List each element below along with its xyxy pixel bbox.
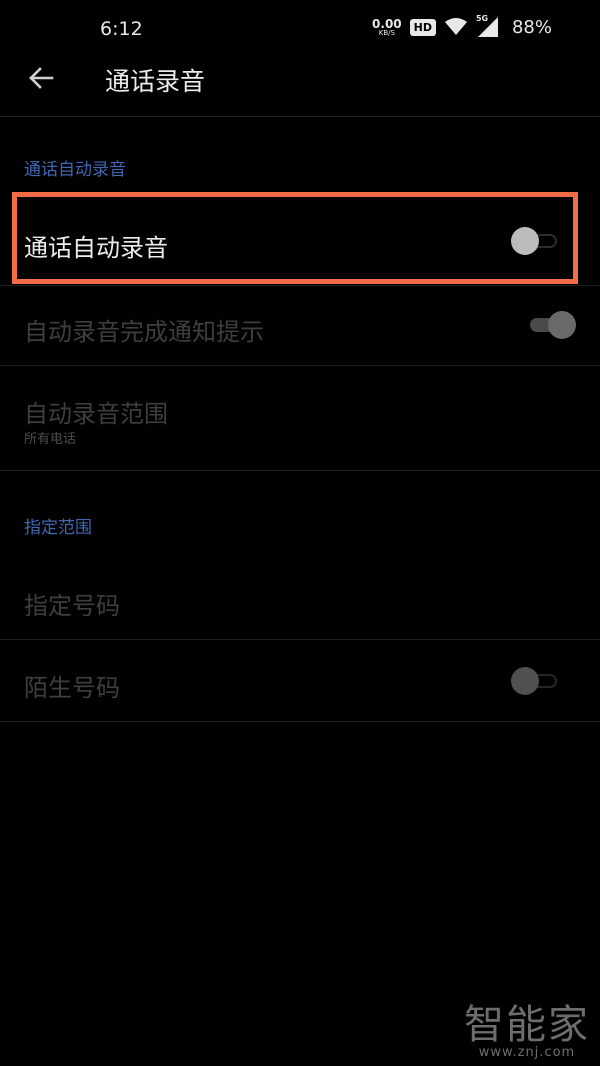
watermark-url: www.znj.com [478,1045,576,1060]
network-type-label: 5G [475,14,489,23]
record-range-value: 所有电话 [24,432,77,447]
watermark: 智能家 www.znj.com [464,1005,590,1060]
record-range-row[interactable]: 自动录音范围 所有电话 [0,366,600,470]
highlight-box [12,192,578,284]
network-speed: 0.00 KB/S [372,18,402,37]
specified-numbers-label: 指定号码 [24,592,120,620]
section-title-auto-record: 通话自动录音 [24,160,126,180]
completion-notify-switch[interactable] [526,311,576,339]
back-arrow-icon[interactable] [26,63,56,93]
hd-icon: HD [409,18,436,36]
status-icons: 0.00 KB/S HD 5G 88% [372,14,552,38]
cellular-signal-icon: 5G [475,14,500,38]
unknown-numbers-row[interactable]: 陌生号码 [0,640,600,720]
completion-notify-label: 自动录音完成通知提示 [24,318,264,346]
divider [0,721,600,722]
network-speed-unit: KB/S [378,28,395,37]
header-divider [0,116,600,117]
watermark-logo-text: 智能家 [464,1002,590,1048]
app-header: 通话录音 [0,55,600,115]
divider [0,470,600,471]
record-range-label: 自动录音范围 [24,400,168,428]
wifi-icon [444,18,467,35]
network-speed-value: 0.00 [372,16,402,31]
status-time: 6:12 [100,18,143,40]
section-title-specified: 指定范围 [24,518,92,538]
specified-numbers-row[interactable]: 指定号码 [0,558,600,638]
page-title: 通话录音 [105,67,206,96]
unknown-numbers-label: 陌生号码 [24,674,120,702]
unknown-numbers-switch[interactable] [511,667,559,695]
status-bar: 6:12 0.00 KB/S HD 5G 88% [0,0,600,60]
battery-percent: 88% [511,16,552,38]
completion-notify-row[interactable]: 自动录音完成通知提示 [0,286,600,364]
